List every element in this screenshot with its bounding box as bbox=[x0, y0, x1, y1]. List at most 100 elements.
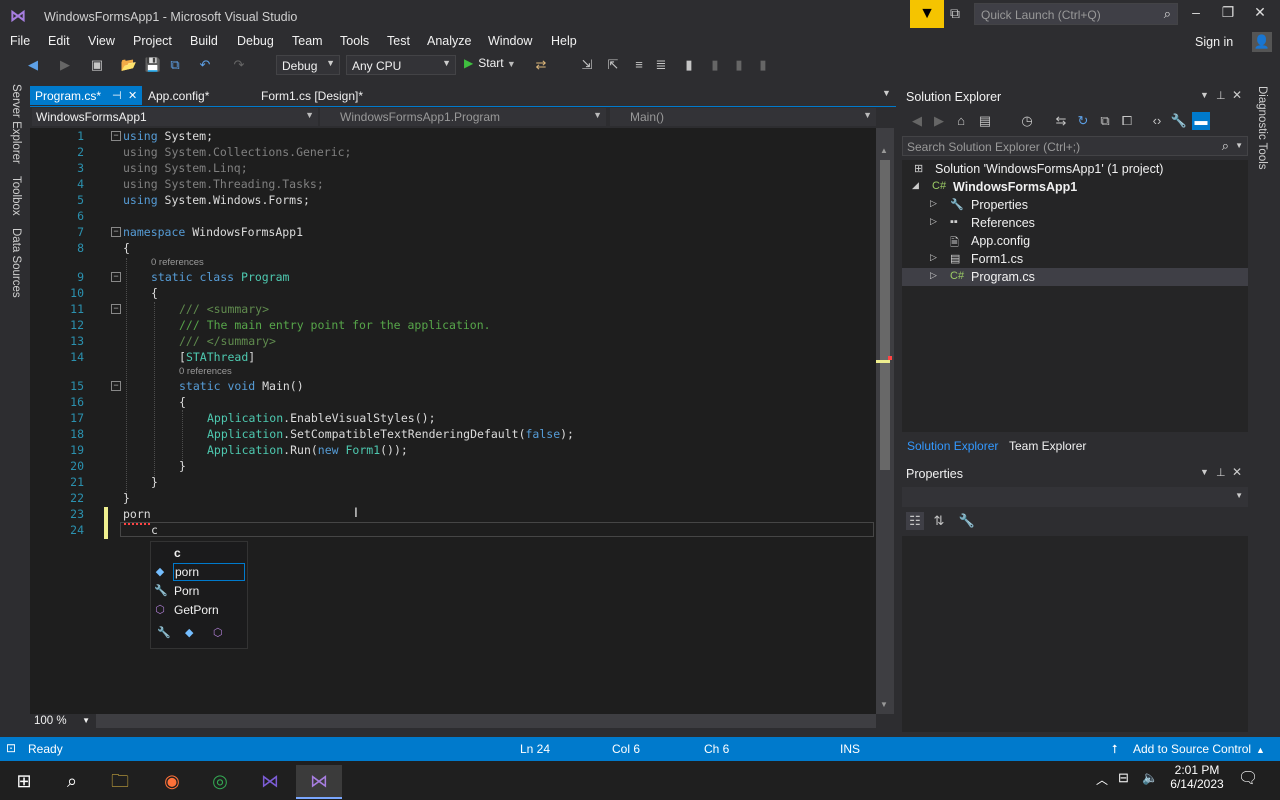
minimize-button[interactable]: – bbox=[1184, 4, 1208, 24]
collapsed-arrow-icon[interactable]: ▷ bbox=[930, 198, 937, 209]
tab-solution-explorer[interactable]: Solution Explorer bbox=[907, 439, 998, 453]
collapse-all-icon[interactable]: ⧉ bbox=[1096, 112, 1114, 130]
network-icon[interactable]: ⊟ bbox=[1118, 770, 1129, 786]
redo-icon[interactable]: ↷ bbox=[230, 56, 248, 74]
notifications-icon[interactable]: 🗨 bbox=[1238, 768, 1258, 788]
collapsed-arrow-icon[interactable]: ▷ bbox=[930, 252, 937, 263]
menu-edit[interactable]: Edit bbox=[48, 34, 70, 48]
close-tab-icon[interactable]: ✕ bbox=[128, 89, 137, 102]
completion-item[interactable]: ⬡ GetPorn bbox=[151, 601, 245, 619]
menu-view[interactable]: View bbox=[88, 34, 115, 48]
visual-studio-taskbar-icon[interactable]: ⋈ bbox=[296, 765, 342, 799]
tab-program-cs[interactable]: Program.cs* ⊣ ✕ bbox=[30, 86, 142, 105]
add-to-source-control-button[interactable]: Add to Source Control bbox=[1133, 742, 1251, 756]
visual-studio-code-icon[interactable]: ⋈ bbox=[254, 765, 286, 797]
tab-overflow-icon[interactable]: ▼ bbox=[882, 88, 891, 98]
back-icon[interactable]: ◀ bbox=[908, 112, 926, 130]
menu-file[interactable]: File bbox=[10, 34, 30, 48]
firefox-icon[interactable]: ◉ bbox=[156, 765, 188, 797]
vertical-scroll-thumb[interactable] bbox=[880, 160, 890, 470]
tab-app-config[interactable]: App.config* bbox=[148, 89, 209, 108]
preview-icon[interactable]: ▬ bbox=[1192, 112, 1210, 130]
member-dropdown[interactable]: Main() ▼ bbox=[610, 108, 876, 126]
tree-item-properties[interactable]: ▷ 🔧 Properties bbox=[902, 196, 1248, 214]
collapse-icon[interactable]: − bbox=[111, 304, 121, 314]
menu-test[interactable]: Test bbox=[387, 34, 410, 48]
save-icon[interactable]: 💾 bbox=[144, 56, 162, 74]
property-pages-icon[interactable]: 🔧 bbox=[958, 512, 976, 530]
codelens-references[interactable]: 0 references bbox=[179, 366, 232, 377]
browser-link-icon[interactable]: ⇄ bbox=[532, 56, 550, 74]
properties-wrench-icon[interactable]: 🔧 bbox=[1170, 112, 1188, 130]
clear-bookmarks-icon[interactable]: ▮ bbox=[754, 56, 772, 74]
navigate-back-icon[interactable]: ◀ bbox=[24, 56, 42, 74]
new-project-icon[interactable]: ▣ bbox=[88, 56, 106, 74]
diagnostic-tools-tab[interactable]: Diagnostic Tools bbox=[1256, 86, 1268, 170]
completion-item[interactable]: 🔧 Porn bbox=[151, 582, 245, 600]
solution-configuration-select[interactable]: Debug ▼ bbox=[276, 55, 340, 75]
account-icon[interactable]: 👤 bbox=[1252, 32, 1272, 52]
next-bookmark-icon[interactable]: ▮ bbox=[730, 56, 748, 74]
collapsed-arrow-icon[interactable]: ▷ bbox=[930, 216, 937, 227]
chrome-icon[interactable]: ◎ bbox=[204, 765, 236, 797]
menu-help[interactable]: Help bbox=[551, 34, 577, 48]
categorized-icon[interactable]: ☷ bbox=[906, 512, 924, 530]
project-dropdown[interactable]: WindowsFormsApp1 ▼ bbox=[32, 108, 318, 126]
live-share-icon[interactable]: ⧉ bbox=[950, 5, 970, 23]
scroll-up-icon[interactable]: ▲ bbox=[880, 146, 888, 155]
properties-object-select[interactable]: ▼ bbox=[902, 487, 1248, 507]
windows-start-icon[interactable]: ⊞ bbox=[8, 765, 40, 797]
solution-search-input[interactable]: Search Solution Explorer (Ctrl+;) ⌕ ▼ bbox=[902, 136, 1248, 156]
navigate-forward-icon[interactable]: ▶ bbox=[56, 56, 74, 74]
switch-views-icon[interactable]: ▤ bbox=[976, 112, 994, 130]
intellisense-completion-list[interactable]: c ◆ porn 🔧 Porn ⬡ GetPorn 🔧 ◆ ⬡ bbox=[150, 541, 248, 649]
bookmark-icon[interactable]: ▮ bbox=[680, 56, 698, 74]
filter-methods-icon[interactable]: ⬡ bbox=[213, 626, 223, 639]
tree-item-form1[interactable]: ▷ ▤ Form1.cs bbox=[902, 250, 1248, 268]
tab-form1-design[interactable]: Form1.cs [Design]* bbox=[261, 89, 363, 108]
feedback-filter-icon[interactable]: ▼ bbox=[910, 0, 944, 28]
close-panel-icon[interactable]: ✕ bbox=[1232, 465, 1242, 479]
tree-item-app-config[interactable]: 🗎 App.config bbox=[902, 232, 1248, 250]
volume-icon[interactable]: 🔈 bbox=[1142, 770, 1158, 786]
menu-tools[interactable]: Tools bbox=[340, 34, 369, 48]
alphabetical-icon[interactable]: ⇅ bbox=[930, 512, 948, 530]
type-dropdown[interactable]: WindowsFormsApp1.Program ▼ bbox=[320, 108, 606, 126]
codelens-references[interactable]: 0 references bbox=[151, 257, 204, 268]
uncomment-icon[interactable]: ≣ bbox=[652, 56, 670, 74]
collapse-icon[interactable]: − bbox=[111, 131, 121, 141]
menu-analyze[interactable]: Analyze bbox=[427, 34, 471, 48]
tree-item-references[interactable]: ▷ ▪▪ References bbox=[902, 214, 1248, 232]
menu-debug[interactable]: Debug bbox=[237, 34, 274, 48]
close-button[interactable]: ✕ bbox=[1248, 4, 1272, 24]
collapse-icon[interactable]: − bbox=[111, 381, 121, 391]
comment-icon[interactable]: ≡ bbox=[630, 56, 648, 74]
view-code-icon[interactable]: ‹› bbox=[1148, 112, 1166, 130]
solution-platform-select[interactable]: Any CPU ▼ bbox=[346, 55, 456, 75]
tree-item-program[interactable]: ▷ C# Program.cs bbox=[902, 268, 1248, 286]
open-file-icon[interactable]: 📂 bbox=[120, 56, 138, 74]
horizontal-scrollbar[interactable] bbox=[96, 714, 876, 728]
show-all-files-icon[interactable]: ⧠ bbox=[1118, 112, 1136, 130]
home-icon[interactable]: ⌂ bbox=[952, 112, 970, 130]
window-position-icon[interactable]: ▼ bbox=[1200, 90, 1209, 100]
tree-item-project[interactable]: ◢ C# WindowsFormsApp1 bbox=[902, 178, 1248, 196]
close-panel-icon[interactable]: ✕ bbox=[1232, 88, 1242, 102]
file-explorer-icon[interactable]: 🗀 bbox=[104, 765, 136, 797]
pin-icon[interactable]: ⊣ bbox=[112, 89, 122, 102]
undo-icon[interactable]: ↶ bbox=[196, 56, 214, 74]
expanded-arrow-icon[interactable]: ◢ bbox=[912, 180, 919, 191]
menu-team[interactable]: Team bbox=[292, 34, 323, 48]
filter-properties-icon[interactable]: 🔧 bbox=[157, 626, 171, 639]
collapsed-arrow-icon[interactable]: ▷ bbox=[930, 270, 937, 281]
server-explorer-tab[interactable]: Server Explorer bbox=[10, 84, 22, 164]
menu-project[interactable]: Project bbox=[133, 34, 172, 48]
quick-launch-input[interactable]: Quick Launch (Ctrl+Q) ⌕ bbox=[974, 3, 1178, 25]
scroll-down-icon[interactable]: ▼ bbox=[880, 700, 888, 709]
collapse-icon[interactable]: − bbox=[111, 227, 121, 237]
step-over-icon[interactable]: ⇱ bbox=[604, 56, 622, 74]
filter-fields-icon[interactable]: ◆ bbox=[185, 626, 193, 639]
previous-bookmark-icon[interactable]: ▮ bbox=[706, 56, 724, 74]
refresh-icon[interactable]: ↻ bbox=[1074, 112, 1092, 130]
tree-item-solution[interactable]: ⊞ Solution 'WindowsFormsApp1' (1 project… bbox=[902, 160, 1248, 178]
